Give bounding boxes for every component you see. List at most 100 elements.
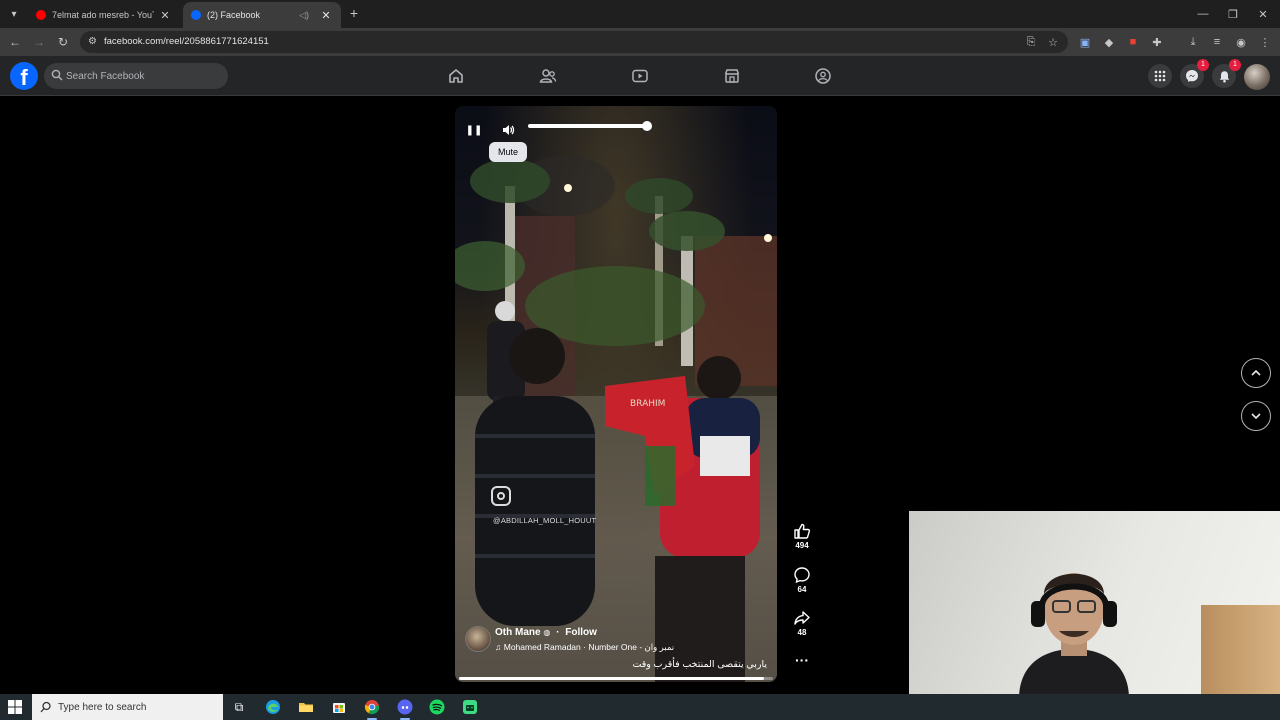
tab-title: 7elmat ado mesreb - YouTube	[52, 10, 154, 20]
chevron-down-icon	[1251, 413, 1261, 420]
like-thumb-icon	[794, 523, 811, 539]
tab-facebook[interactable]: (2) Facebook ◁) ✕	[183, 2, 341, 28]
home-icon[interactable]	[444, 64, 468, 88]
reel-caption: ياربي يتقصى المنتخب فأقرب وقت	[632, 659, 767, 670]
reel-progress-fill	[459, 677, 764, 680]
extension-diamond-icon[interactable]: ◆	[1100, 33, 1118, 51]
webcam-person	[1019, 573, 1129, 695]
share-button[interactable]: 48	[788, 609, 816, 637]
comment-count: 64	[797, 585, 807, 594]
chevron-up-icon	[1251, 369, 1261, 376]
search-icon	[51, 69, 63, 81]
task-view-icon[interactable]: ⧉	[229, 697, 249, 717]
groups-icon[interactable]	[811, 64, 835, 88]
more-options-icon[interactable]: ···	[788, 652, 816, 668]
author-name[interactable]: Oth Mane	[495, 627, 541, 638]
facebook-logo-icon[interactable]: f	[10, 62, 38, 90]
notifications-bell-icon[interactable]: 1	[1212, 59, 1241, 88]
webcam-overlay	[909, 511, 1280, 695]
back-icon[interactable]: ←	[6, 33, 24, 51]
browser-tab-strip: ▾ 7elmat ado mesreb - YouTube ✕ (2) Face…	[0, 0, 1280, 28]
tab-audio-icon[interactable]: ◁)	[299, 10, 309, 21]
taskbar-search[interactable]	[32, 694, 223, 720]
menu-kebab-icon[interactable]: ⋮	[1256, 33, 1274, 51]
close-tab-icon[interactable]: ✕	[158, 9, 172, 22]
tab-youtube[interactable]: 7elmat ado mesreb - YouTube ✕	[28, 2, 180, 28]
menu-grid-icon[interactable]	[1148, 64, 1172, 88]
address-bar[interactable]: ⚙ facebook.com/reel/2058861771624151	[80, 31, 1068, 53]
facebook-icon	[191, 10, 201, 20]
downloads-icon[interactable]: ⤓	[1184, 33, 1202, 51]
file-explorer-icon[interactable]	[296, 697, 316, 717]
comment-icon	[794, 567, 810, 584]
store-icon[interactable]	[329, 697, 349, 717]
messenger-badge: 1	[1197, 59, 1209, 71]
forward-icon[interactable]: →	[30, 33, 48, 51]
profile-icon[interactable]: ◉	[1232, 33, 1250, 51]
webcam-door	[1201, 605, 1280, 695]
extension-red-icon[interactable]: ■	[1124, 33, 1142, 51]
windows-taskbar: ⧉	[0, 694, 1280, 720]
comment-button[interactable]: 64	[788, 566, 816, 594]
watermark-handle: @ABDILLAH_MOLL_HOUUT	[493, 516, 597, 525]
edge-icon[interactable]	[263, 697, 283, 717]
svg-text:BRAHIM: BRAHIM	[630, 399, 665, 409]
android-icon[interactable]	[460, 697, 480, 717]
volume-slider-thumb[interactable]	[642, 121, 652, 131]
mute-tooltip: Mute	[489, 142, 527, 162]
address-url[interactable]: facebook.com/reel/2058861771624151	[104, 36, 269, 47]
search-icon	[40, 701, 51, 713]
separator-dot: ·	[556, 627, 560, 638]
extensions-puzzle-icon[interactable]: ✚	[1148, 33, 1166, 51]
instagram-watermark-icon	[491, 486, 511, 506]
globe-icon: ◍	[543, 628, 551, 637]
music-row[interactable]: ♫ Mohamed Ramadan · Number One - نمبر وا…	[495, 642, 674, 653]
media-controls-icon[interactable]: ≡	[1208, 33, 1226, 51]
bookmark-star-icon[interactable]: ☆	[1044, 33, 1062, 51]
volume-icon[interactable]	[498, 120, 518, 140]
reel-video-frame: BRAHIM	[455, 156, 777, 682]
like-button[interactable]: 494	[788, 522, 816, 550]
music-title: Mohamed Ramadan · Number One - نمبر وان	[503, 642, 675, 652]
search-input[interactable]	[66, 63, 224, 89]
follow-button[interactable]: Follow	[565, 627, 597, 638]
new-tab-button[interactable]: +	[346, 5, 362, 21]
spotify-icon[interactable]	[427, 697, 447, 717]
restore-icon[interactable]: ❐	[1216, 0, 1250, 28]
close-window-icon[interactable]: ✕	[1246, 0, 1280, 28]
facebook-search[interactable]	[44, 63, 228, 89]
author-avatar[interactable]	[465, 626, 491, 652]
chrome-icon[interactable]	[362, 697, 382, 720]
translate-extension-icon[interactable]: ▣	[1076, 33, 1094, 51]
next-reel-button[interactable]	[1241, 401, 1271, 431]
video-icon[interactable]	[628, 64, 652, 88]
like-count: 494	[795, 541, 809, 550]
taskbar-search-input[interactable]	[58, 694, 218, 720]
share-arrow-icon	[794, 611, 810, 625]
share-count: 48	[797, 628, 807, 637]
profile-avatar[interactable]	[1244, 64, 1270, 90]
pause-icon[interactable]: ❚❚	[464, 120, 484, 140]
reload-icon[interactable]: ↻	[54, 33, 72, 51]
browser-toolbar: ← → ↻ ⚙ facebook.com/reel/20588617716241…	[0, 28, 1280, 56]
discord-icon[interactable]	[395, 697, 415, 720]
youtube-icon	[36, 10, 46, 20]
messenger-icon[interactable]: 1	[1180, 59, 1209, 88]
tab-search-chevron-icon[interactable]: ▾	[4, 4, 24, 24]
reel-progress-bar[interactable]	[459, 677, 773, 680]
reel-video[interactable]: BRAHIM ❚❚ Mute @ABDILLAH_MOLL_HOUUT Oth …	[455, 106, 777, 682]
minimize-icon[interactable]: —	[1186, 0, 1220, 28]
friends-icon[interactable]	[536, 64, 560, 88]
close-tab-icon[interactable]: ✕	[319, 9, 333, 22]
windows-start-icon[interactable]	[8, 700, 22, 714]
volume-slider[interactable]	[528, 124, 648, 128]
install-app-icon[interactable]: ⎘	[1022, 33, 1040, 51]
previous-reel-button[interactable]	[1241, 358, 1271, 388]
marketplace-icon[interactable]	[720, 64, 744, 88]
tab-title: (2) Facebook	[207, 10, 261, 20]
author-row: Oth Mane ◍ · Follow	[495, 627, 597, 638]
notifications-badge: 1	[1229, 59, 1241, 71]
site-info-icon[interactable]: ⚙	[88, 36, 100, 48]
music-note-icon: ♫	[495, 642, 502, 652]
facebook-header: f 1 1	[0, 56, 1280, 96]
